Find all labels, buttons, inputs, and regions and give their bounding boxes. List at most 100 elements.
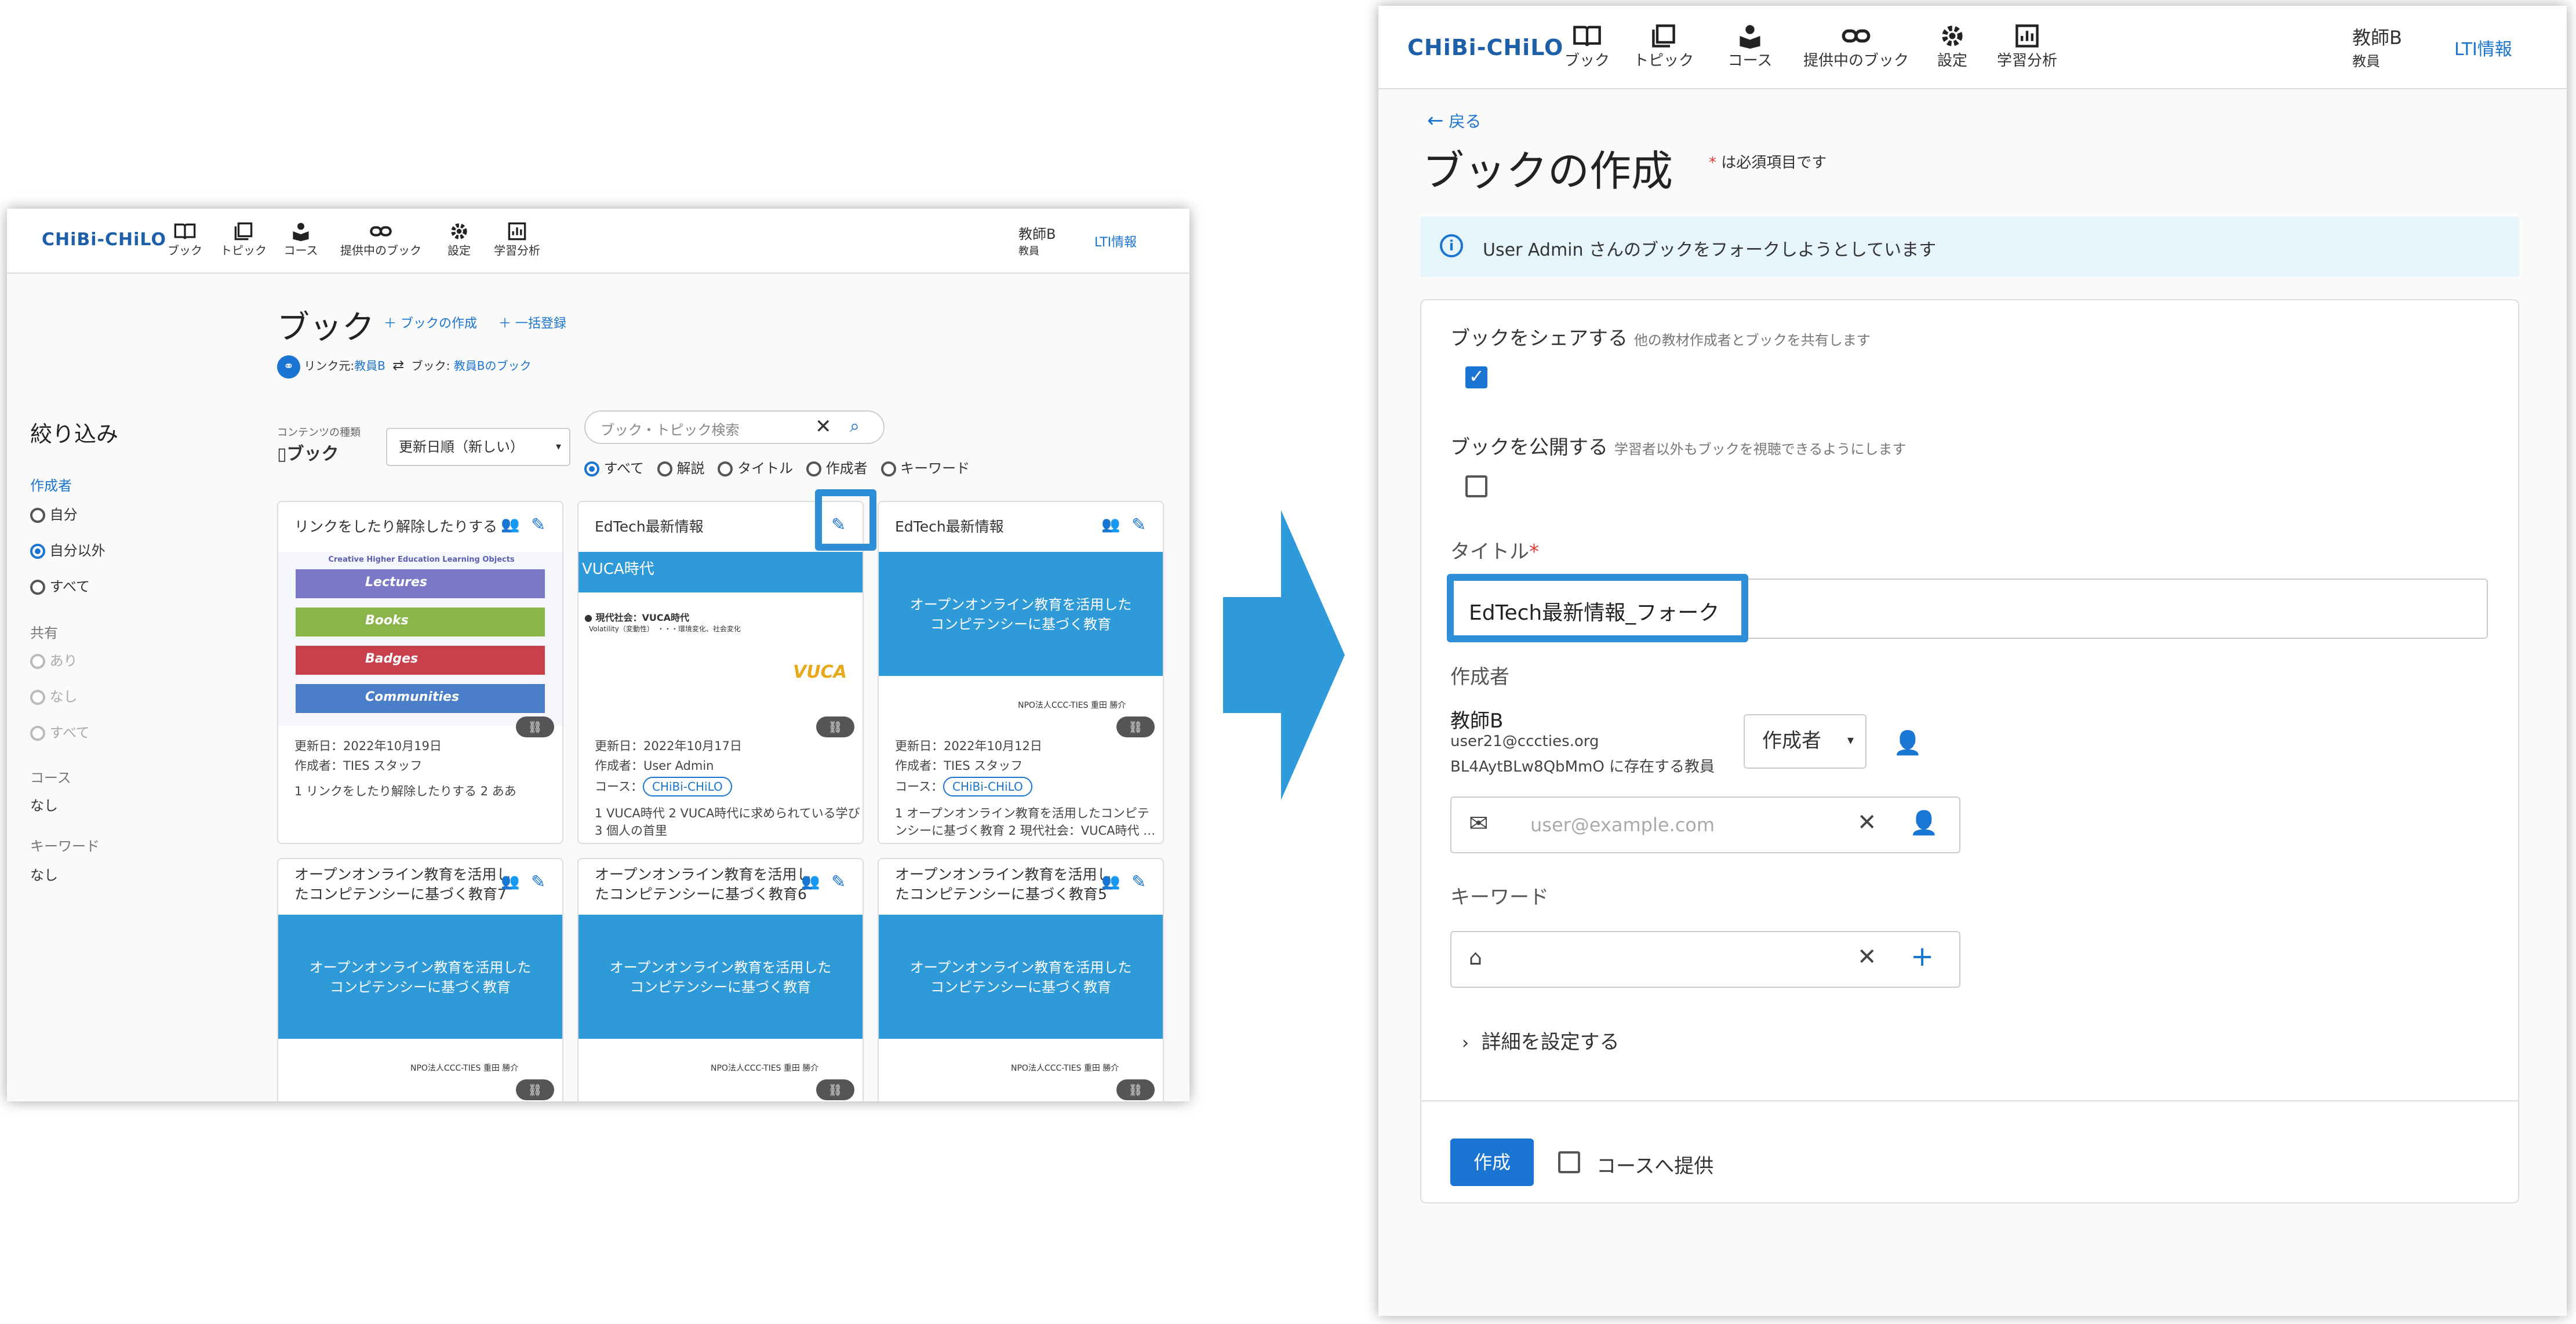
- unlink-toggle-icon[interactable]: ⛓: [516, 716, 554, 737]
- clear-icon[interactable]: ✕: [815, 415, 832, 438]
- card-author: 作成者：TIES スタッフ: [294, 759, 423, 773]
- user-name: 教師B: [1018, 226, 1056, 242]
- radio: [657, 461, 672, 477]
- thumb-line: コンピテンシーに基づく教育: [630, 979, 811, 995]
- page-title: ブック: [277, 309, 374, 347]
- nav-book[interactable]: ブック: [1558, 23, 1616, 70]
- edit-icon[interactable]: ✎: [1131, 872, 1146, 892]
- thumb-footer-org: NPO法人CCC-TIES: [1011, 1064, 1082, 1073]
- back-link[interactable]: ← 戻る: [1427, 109, 1481, 132]
- content-type-value[interactable]: ▯ブック: [277, 439, 339, 465]
- nav-topic[interactable]: トピック: [214, 221, 272, 258]
- title-label: タイトル*: [1450, 536, 1539, 564]
- book-prefix: ブック:: [411, 359, 450, 373]
- edit-icon[interactable]: ✎: [531, 515, 545, 535]
- create-button[interactable]: 作成: [1450, 1139, 1534, 1186]
- search-input[interactable]: ブック・トピック検索 ✕ ⌕: [584, 410, 885, 444]
- shared-icon: 👥: [801, 873, 820, 890]
- arrow-left-icon: ←: [1427, 109, 1444, 132]
- sort-select[interactable]: 更新日順（新しい） ▾: [386, 428, 570, 466]
- nav-provided-books[interactable]: 提供中のブック: [1798, 23, 1914, 70]
- nav-settings[interactable]: 設定: [1929, 23, 1975, 70]
- search-filter-title[interactable]: タイトル: [718, 460, 793, 477]
- radio-selected: [30, 544, 45, 559]
- card-title-line: たコンピテンシーに基づく教育7: [294, 886, 507, 903]
- unlink-toggle-icon[interactable]: ⛓: [816, 1079, 854, 1100]
- create-book-link[interactable]: ＋ ブックの作成: [384, 313, 477, 332]
- book-card[interactable]: リンクをしたり解除したりする 👥 ✎ Creative Higher Educa…: [277, 501, 563, 844]
- book-card[interactable]: オープンオンライン教育を活用し たコンピテンシーに基づく教育6 👥 ✎ オープンオ…: [577, 858, 864, 1101]
- course-chip[interactable]: CHiBi-CHiLO: [943, 777, 1032, 796]
- thumb-row: Books: [296, 608, 545, 636]
- course-chip[interactable]: CHiBi-CHiLO: [642, 777, 732, 796]
- remove-person-icon[interactable]: 👤: [1893, 729, 1922, 756]
- add-icon[interactable]: +: [1911, 940, 1934, 973]
- share-checkbox[interactable]: ✓: [1465, 365, 1487, 388]
- publish-checkbox[interactable]: [1465, 475, 1487, 497]
- email-input[interactable]: ✉ user@example.com ✕ 👤: [1450, 796, 1960, 853]
- add-person-icon[interactable]: 👤: [1909, 809, 1938, 836]
- chevron-down-icon: ▾: [1847, 733, 1854, 748]
- app-logo[interactable]: CHiBi-CHiLO: [1407, 35, 1563, 60]
- search-filter-all[interactable]: すべて: [584, 460, 644, 477]
- book-card[interactable]: EdTech最新情報 ✎ VUCA時代 ● 現代社会：VUCA時代 Volati…: [577, 501, 864, 844]
- search-filter-author[interactable]: 作成者: [806, 460, 868, 477]
- link-source[interactable]: 教員B: [354, 359, 385, 373]
- unlink-toggle-icon[interactable]: ⛓: [816, 716, 854, 737]
- nav-provided-books[interactable]: 提供中のブック: [332, 221, 430, 258]
- card-description: 3 個人の首里: [595, 824, 668, 838]
- edit-icon[interactable]: ✎: [1131, 515, 1146, 535]
- radio-disabled: [30, 690, 45, 705]
- unlink-toggle-icon[interactable]: ⛓: [516, 1079, 554, 1100]
- app-logo[interactable]: CHiBi-CHiLO: [42, 230, 166, 250]
- keyword-input[interactable]: ⌂ ✕ +: [1450, 931, 1960, 988]
- author-option-self[interactable]: 自分: [30, 503, 78, 523]
- author-option-all[interactable]: すべて: [30, 575, 90, 595]
- search-filter-desc[interactable]: 解説: [657, 460, 705, 477]
- thumb-row: Communities: [296, 684, 545, 713]
- nav-book[interactable]: ブック: [159, 221, 211, 258]
- lti-info-link[interactable]: LTI情報: [1094, 232, 1137, 250]
- book-card[interactable]: オープンオンライン教育を活用し たコンピテンシーに基づく教育5 👥 ✎ オープンオ…: [878, 858, 1164, 1101]
- thumb-line: オープンオンライン教育を活用した: [609, 959, 832, 976]
- course-icon: [1740, 25, 1760, 49]
- clear-icon[interactable]: ✕: [1857, 809, 1877, 836]
- nav-course[interactable]: コース: [1718, 23, 1782, 70]
- page-title: ブックの作成: [1422, 147, 1673, 195]
- book-card[interactable]: EdTech最新情報 👥 ✎ オープンオンライン教育を活用した コンピテンシーに…: [878, 501, 1164, 844]
- share-option-no: なし: [30, 685, 78, 705]
- lti-info-link[interactable]: LTI情報: [2454, 35, 2512, 60]
- nav-topic[interactable]: トピック: [1629, 23, 1698, 70]
- author-option-others[interactable]: 自分以外: [30, 539, 105, 559]
- book-icon: ▯: [277, 444, 287, 464]
- card-updated: 更新日：2022年10月17日: [595, 739, 742, 753]
- nav-analytics[interactable]: 学習分析: [488, 221, 546, 258]
- clear-icon[interactable]: ✕: [1857, 944, 1877, 970]
- details-toggle[interactable]: › 詳細を設定する: [1462, 1026, 1620, 1054]
- link-book[interactable]: 教員Bのブック: [454, 359, 532, 373]
- bulk-register-link[interactable]: ＋ 一括登録: [499, 313, 566, 332]
- thumb-heading: Creative Higher Education Learning Objec…: [328, 555, 515, 564]
- author-email: user21@cccties.org: [1450, 733, 1599, 750]
- edit-icon[interactable]: ✎: [531, 872, 545, 892]
- search-icon[interactable]: ⌕: [850, 416, 860, 437]
- author-name: 教師B: [1450, 710, 1504, 733]
- search-filter-keyword[interactable]: キーワード: [881, 460, 970, 477]
- card-title: リンクをしたり解除したりする: [294, 518, 498, 535]
- unlink-toggle-icon[interactable]: ⛓: [1116, 1079, 1155, 1100]
- user-menu[interactable]: 教師B 教員: [1018, 223, 1056, 258]
- publish-label: ブックを公開する: [1450, 436, 1608, 459]
- nav-course[interactable]: コース: [275, 221, 327, 258]
- option-label: あり: [49, 653, 78, 669]
- user-menu[interactable]: 教師B 教員: [2352, 23, 2402, 70]
- radio: [806, 461, 821, 477]
- nav-settings[interactable]: 設定: [439, 221, 479, 258]
- book-card[interactable]: オープンオンライン教育を活用し たコンピテンシーに基づく教育7 👥 ✎ オープンオ…: [277, 858, 563, 1101]
- radio: [30, 508, 45, 523]
- nav-analytics[interactable]: 学習分析: [1989, 23, 2065, 70]
- author-role-select[interactable]: 作成者 ▾: [1744, 714, 1866, 769]
- course-offer-checkbox[interactable]: [1558, 1151, 1580, 1173]
- edit-icon[interactable]: ✎: [831, 872, 846, 892]
- unlink-toggle-icon[interactable]: ⛓: [1116, 716, 1155, 737]
- course-icon: [293, 223, 309, 241]
